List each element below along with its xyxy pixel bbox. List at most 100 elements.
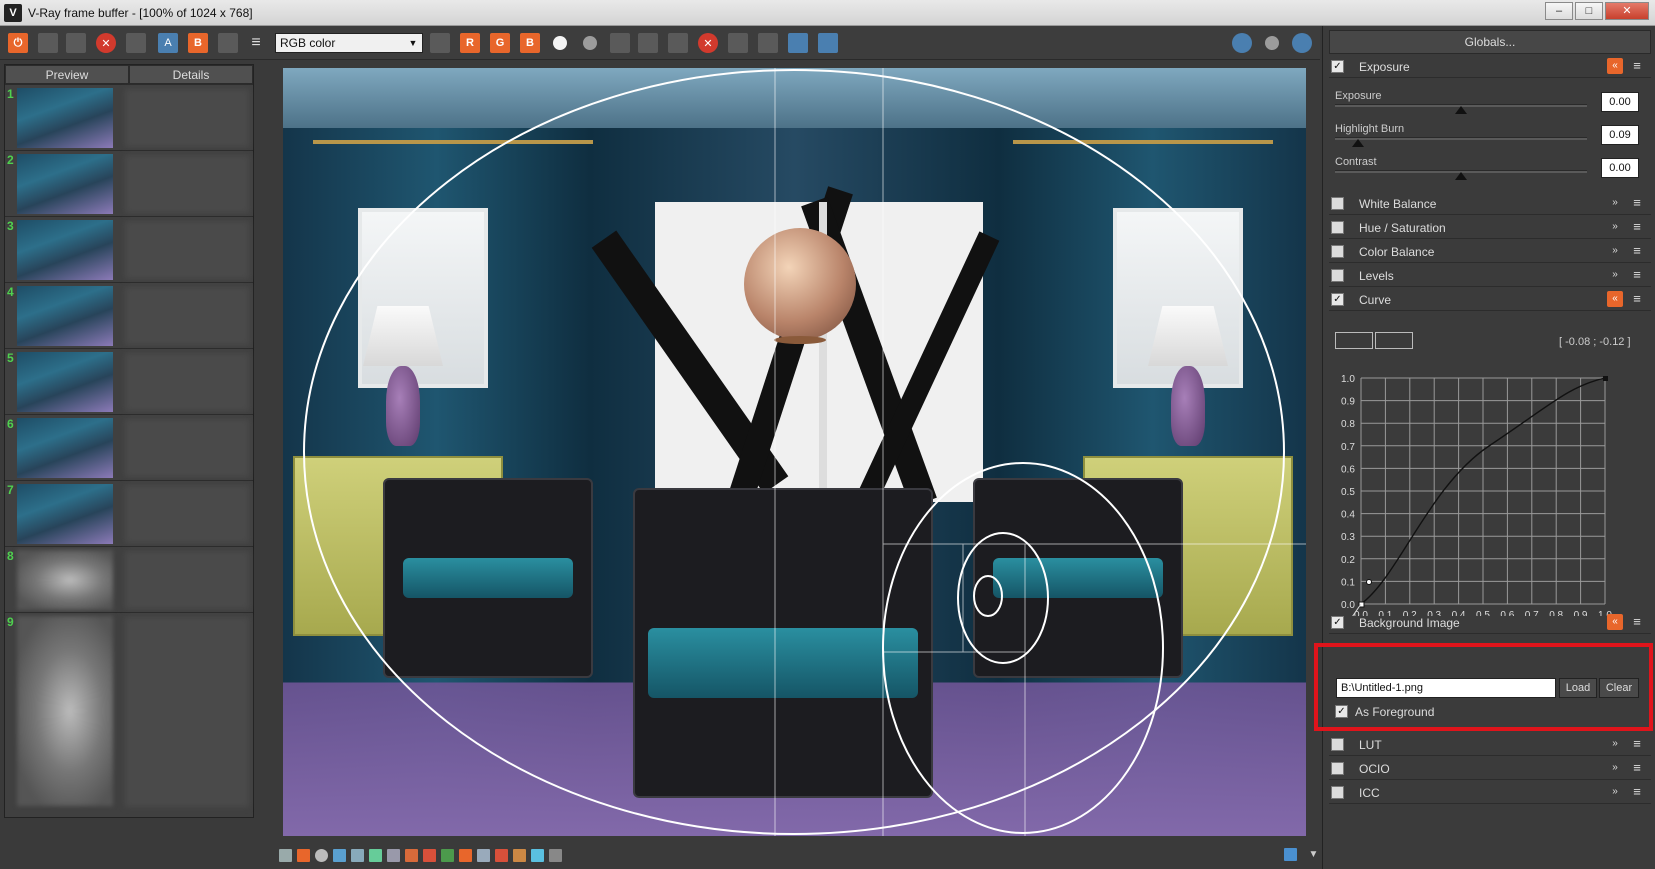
levels-icon[interactable] xyxy=(369,849,382,862)
tab-details[interactable]: Details xyxy=(129,65,253,84)
icc-icon[interactable] xyxy=(549,849,562,862)
section-exposure[interactable]: ✓ Exposure « ≡ xyxy=(1329,56,1651,78)
color-balance-checkbox[interactable] xyxy=(1331,245,1344,258)
maximize-button[interactable]: □ xyxy=(1575,2,1603,20)
section-menu-icon[interactable]: ≡ xyxy=(1629,58,1645,74)
curve-point-y-field[interactable] xyxy=(1375,332,1413,349)
save-image-icon[interactable] xyxy=(610,33,630,53)
curve-endpoint[interactable] xyxy=(1603,376,1608,381)
tab-preview[interactable]: Preview xyxy=(5,65,129,84)
section-menu-icon[interactable]: ≡ xyxy=(1629,736,1645,752)
interactive-render-icon[interactable] xyxy=(1262,33,1282,53)
section-hue-saturation[interactable]: Hue / Saturation » ≡ xyxy=(1329,217,1651,239)
power-icon[interactable]: ⏻ xyxy=(8,33,28,53)
contrast-value-field[interactable]: 0.00 xyxy=(1601,158,1639,178)
panel-toggle-icon[interactable] xyxy=(1284,848,1297,861)
section-curve[interactable]: ✓ Curve « ≡ xyxy=(1329,289,1651,311)
render-view[interactable] xyxy=(283,68,1306,836)
duplicate-to-history-icon[interactable] xyxy=(668,33,688,53)
lut-icon[interactable] xyxy=(495,849,508,862)
channel-select[interactable]: RGB color ▼ xyxy=(275,33,423,53)
highlight-burn-slider-track[interactable] xyxy=(1335,137,1587,140)
section-menu-icon[interactable]: ≡ xyxy=(1629,614,1645,630)
section-menu-icon[interactable]: ≡ xyxy=(1629,784,1645,800)
icc-checkbox[interactable] xyxy=(1331,786,1344,799)
exposure-icon[interactable] xyxy=(423,849,436,862)
color-balance-icon[interactable] xyxy=(477,849,490,862)
mono-mode-icon[interactable] xyxy=(580,33,600,53)
section-icc[interactable]: ICC » ≡ xyxy=(1329,782,1651,804)
expand-icon[interactable]: » xyxy=(1607,267,1623,283)
curve-point-x-field[interactable] xyxy=(1335,332,1373,349)
lens-effects-icon[interactable] xyxy=(788,33,808,53)
exposure-slider-thumb[interactable] xyxy=(1455,106,1467,114)
histogram-icon[interactable] xyxy=(387,849,400,862)
save-all-icon[interactable] xyxy=(66,33,86,53)
globals-button[interactable]: Globals... xyxy=(1329,30,1651,54)
background-image-checkbox[interactable]: ✓ xyxy=(1331,616,1344,629)
section-color-balance[interactable]: Color Balance » ≡ xyxy=(1329,241,1651,263)
horizontal-compare-icon[interactable] xyxy=(218,33,238,53)
blue-channel-icon[interactable]: B xyxy=(520,33,540,53)
render-teapot-icon[interactable] xyxy=(1232,33,1252,53)
exposure-value-field[interactable]: 0.00 xyxy=(1601,92,1639,112)
force-color-clamp-icon[interactable] xyxy=(297,849,310,862)
green-channel-icon[interactable]: G xyxy=(490,33,510,53)
history-item[interactable]: 8 xyxy=(5,546,253,612)
expand-icon[interactable]: » xyxy=(1607,784,1623,800)
track-mouse-icon[interactable] xyxy=(758,33,778,53)
expand-icon[interactable]: » xyxy=(1607,219,1623,235)
collapse-icon[interactable]: « xyxy=(1607,614,1623,630)
history-item[interactable]: 4 xyxy=(5,282,253,348)
display-srgb-icon[interactable] xyxy=(351,849,364,862)
expand-icon[interactable]: » xyxy=(1607,760,1623,776)
history-item[interactable]: 3 xyxy=(5,216,253,282)
region-render-icon[interactable] xyxy=(728,33,748,53)
ocio-checkbox[interactable] xyxy=(1331,762,1344,775)
section-background-image[interactable]: ✓ Background Image « ≡ xyxy=(1329,612,1651,634)
section-menu-icon[interactable]: ≡ xyxy=(1629,291,1645,307)
history-item[interactable]: 7 xyxy=(5,480,253,546)
clear-image-icon[interactable]: ✕ xyxy=(96,33,116,53)
white-balance-checkbox[interactable] xyxy=(1331,197,1344,210)
b-compare-icon[interactable]: B xyxy=(188,33,208,53)
hsl-icon[interactable] xyxy=(459,849,472,862)
section-white-balance[interactable]: White Balance » ≡ xyxy=(1329,193,1651,215)
collapse-icon[interactable]: « xyxy=(1607,58,1623,74)
expand-icon[interactable]: » xyxy=(1607,195,1623,211)
compare-split-icon[interactable] xyxy=(513,849,526,862)
exposure-checkbox[interactable]: ✓ xyxy=(1331,60,1344,73)
expand-icon[interactable]: » xyxy=(1607,243,1623,259)
collapse-icon[interactable]: « xyxy=(1607,291,1623,307)
highlight-burn-slider-thumb[interactable] xyxy=(1351,139,1364,147)
show-corrections-icon[interactable] xyxy=(279,849,292,862)
lens-effects-toggle-icon[interactable] xyxy=(333,849,346,862)
color-clamp-icon[interactable] xyxy=(430,33,450,53)
section-lut[interactable]: LUT » ≡ xyxy=(1329,734,1651,756)
section-levels[interactable]: Levels » ≡ xyxy=(1329,265,1651,287)
contrast-slider-thumb[interactable] xyxy=(1455,172,1467,180)
section-menu-icon[interactable]: ≡ xyxy=(1629,219,1645,235)
save-icon[interactable] xyxy=(38,33,58,53)
history-menu-icon[interactable]: ≡ xyxy=(246,33,266,53)
levels-checkbox[interactable] xyxy=(1331,269,1344,282)
history-item[interactable]: 6 xyxy=(5,414,253,480)
minimize-button[interactable]: – xyxy=(1545,2,1573,20)
red-channel-icon[interactable]: R xyxy=(460,33,480,53)
curve-icon[interactable] xyxy=(405,849,418,862)
alpha-channel-icon[interactable] xyxy=(550,33,570,53)
history-item[interactable]: 1 xyxy=(5,84,253,150)
history-item[interactable]: 5 xyxy=(5,348,253,414)
chevron-down-icon[interactable]: ▼ xyxy=(1307,848,1320,861)
a-compare-icon[interactable]: A xyxy=(158,33,178,53)
white-balance-icon[interactable] xyxy=(441,849,454,862)
view-clamped-icon[interactable] xyxy=(315,849,328,862)
open-folder-icon[interactable] xyxy=(638,33,658,53)
lut-checkbox[interactable] xyxy=(1331,738,1344,751)
section-ocio[interactable]: OCIO » ≡ xyxy=(1329,758,1651,780)
section-menu-icon[interactable]: ≡ xyxy=(1629,195,1645,211)
history-item[interactable]: 9 xyxy=(5,612,253,812)
curve-point[interactable] xyxy=(1366,579,1372,585)
expand-icon[interactable]: » xyxy=(1607,736,1623,752)
stop-render-icon[interactable]: ✕ xyxy=(698,33,718,53)
